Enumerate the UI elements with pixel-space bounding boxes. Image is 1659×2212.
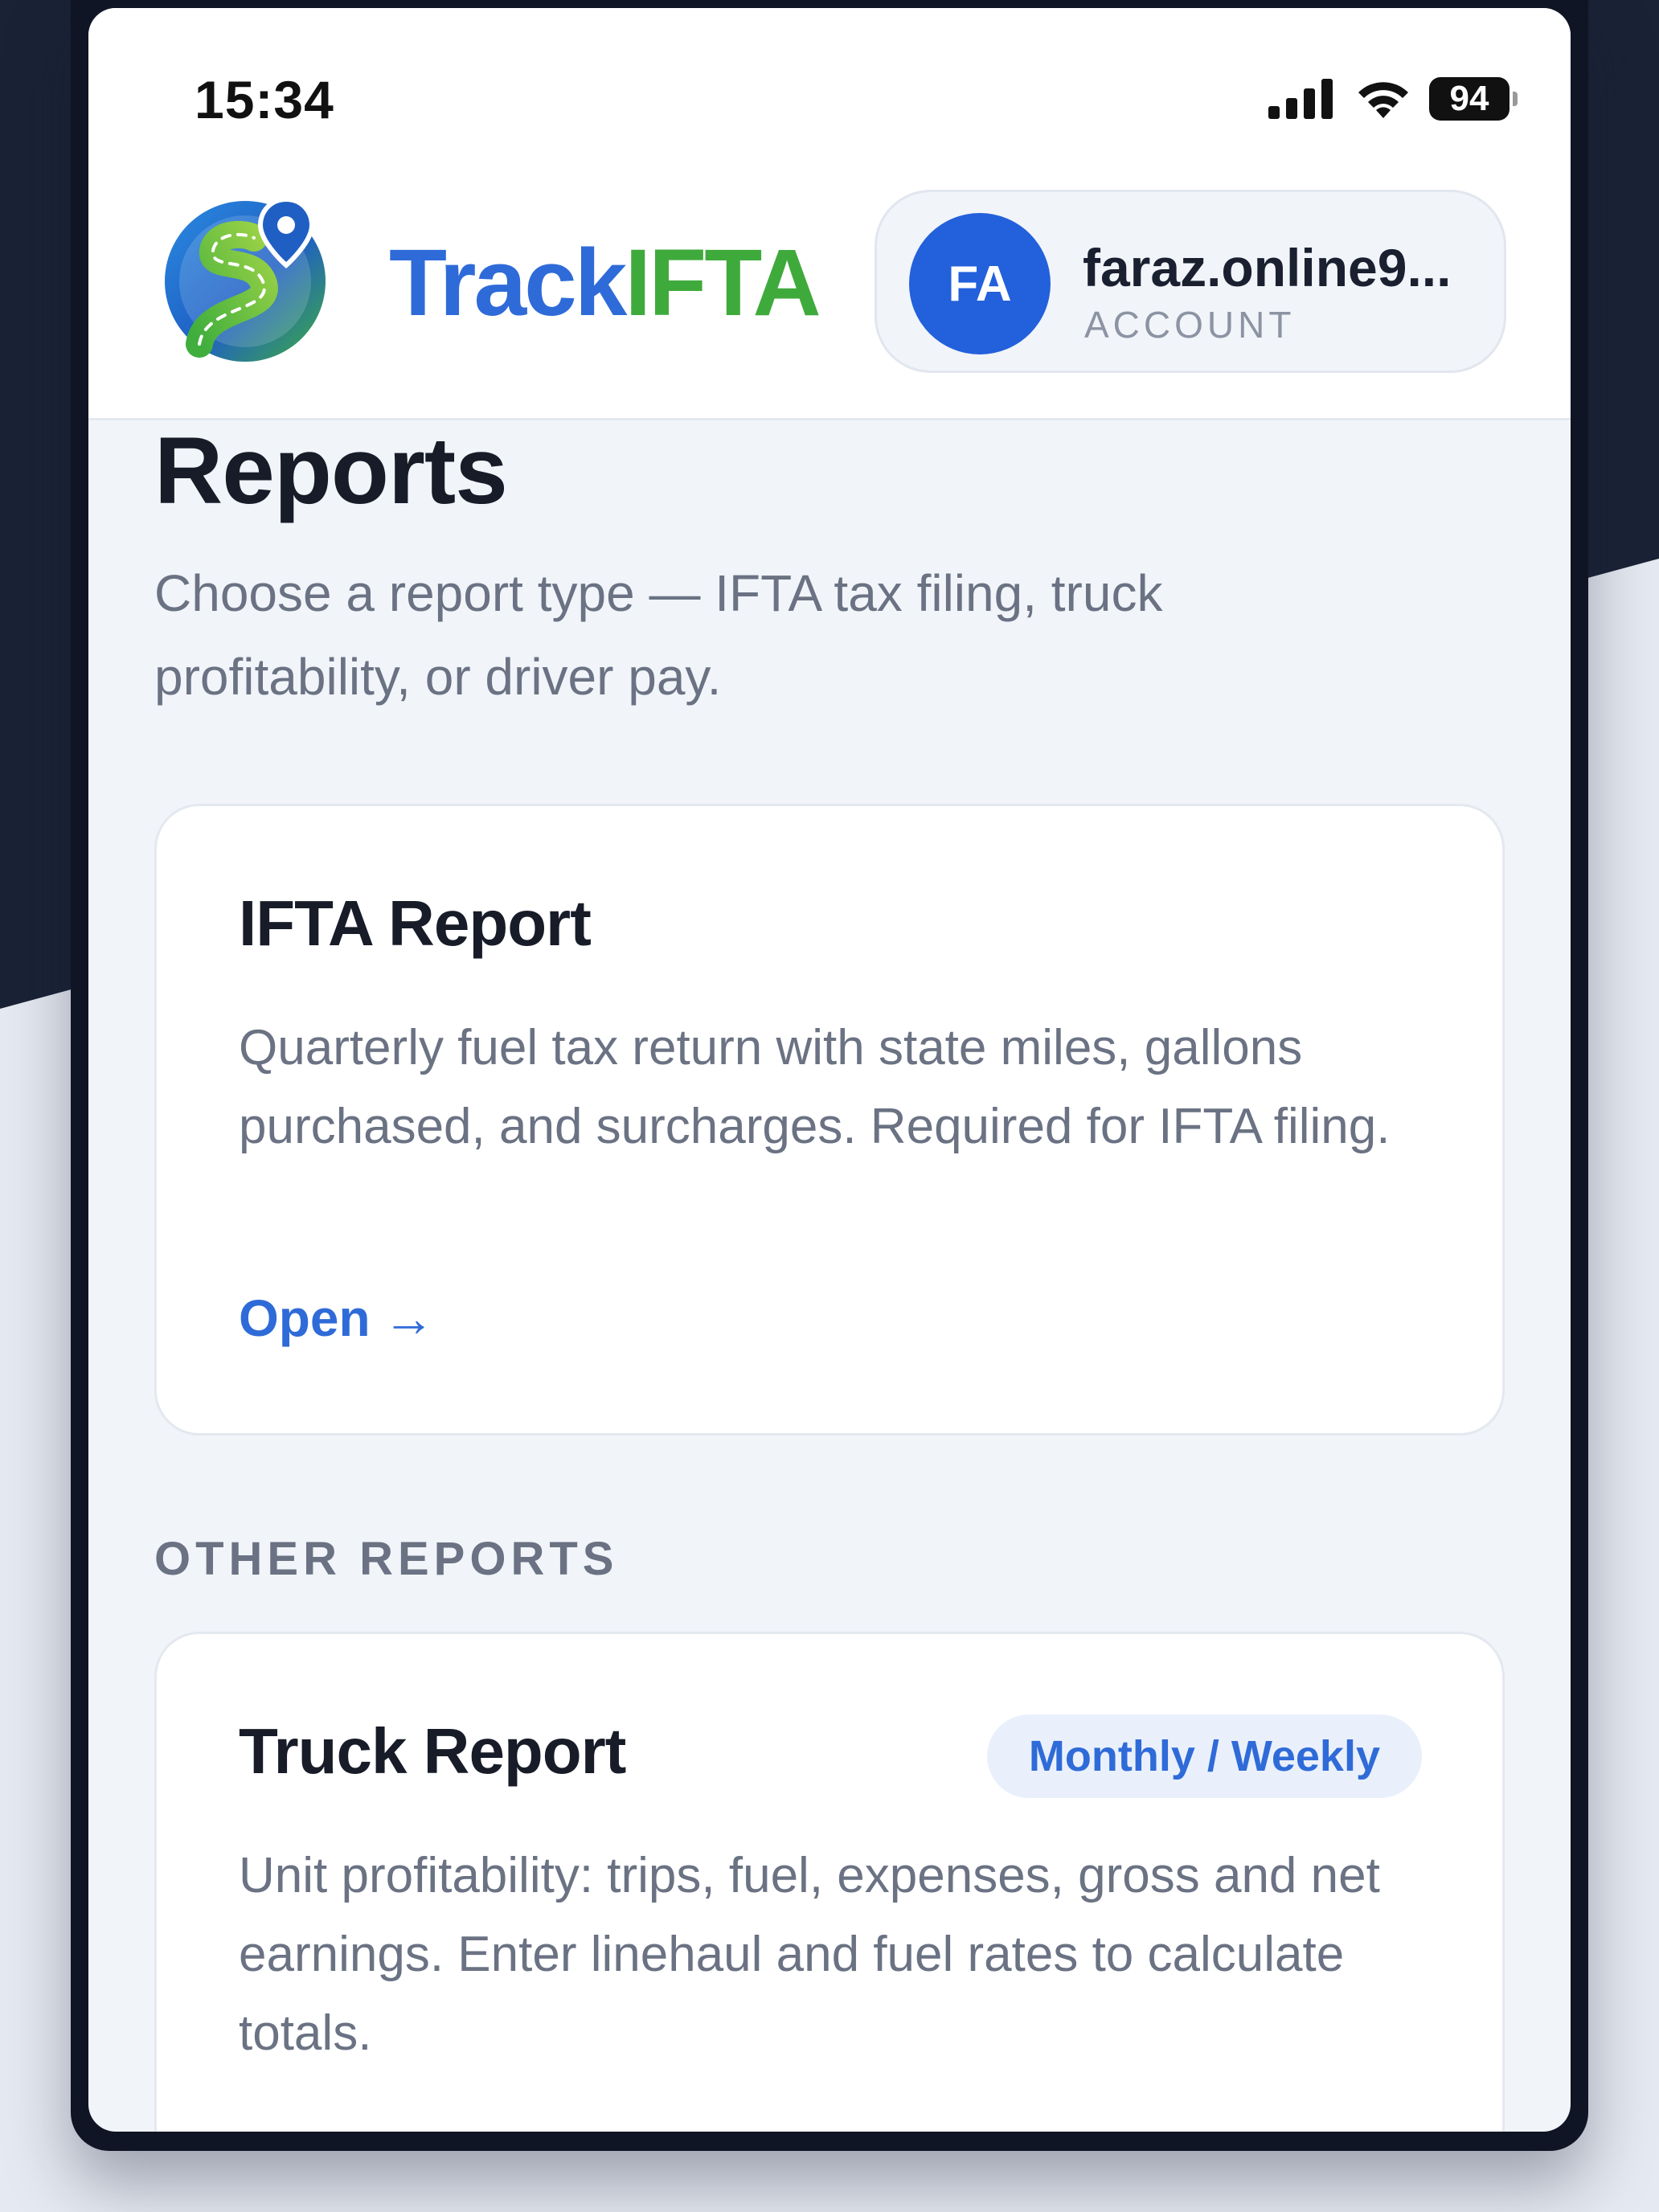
arrow-right-icon: →	[383, 1289, 435, 1347]
truck-open-link[interactable]: Open →	[239, 2124, 435, 2132]
ifta-report-description: Quarterly fuel tax return with state mil…	[239, 1020, 1391, 1154]
brand-ifta: IFTA	[625, 230, 821, 336]
account-email: faraz.online9...	[1083, 238, 1452, 297]
brand-name: TrackIFTA	[389, 228, 821, 338]
cellular-signal-icon	[1268, 79, 1333, 119]
page-title: Reports	[154, 418, 508, 524]
account-button[interactable]: FA faraz.online9... ACCOUNT	[875, 190, 1506, 373]
truck-open-label: Open	[239, 2125, 371, 2132]
road-map-pin-logo-icon	[165, 196, 326, 362]
truck-report-description: Unit profitability: trips, fuel, expense…	[239, 1848, 1380, 2061]
status-time: 15:34	[195, 70, 334, 129]
account-label: ACCOUNT	[1084, 304, 1296, 346]
frequency-badge: Monthly / Weekly	[986, 1714, 1422, 1798]
ifta-report-card[interactable]: IFTA Report Quarterly fuel tax return wi…	[154, 804, 1505, 1436]
wifi-icon	[1358, 82, 1408, 118]
page-subtitle: Choose a report type — IFTA tax filing, …	[154, 564, 1163, 706]
app-screen: 15:34 94 TrackIFTA FA faraz.online9... A…	[88, 8, 1571, 2132]
ifta-open-label: Open	[239, 1289, 371, 1347]
ifta-open-link[interactable]: Open →	[239, 1288, 435, 1348]
avatar: FA	[909, 213, 1051, 354]
arrow-right-icon: →	[383, 2125, 435, 2132]
ifta-report-title: IFTA Report	[239, 887, 592, 959]
app-header: 15:34 94 TrackIFTA FA faraz.online9... A…	[88, 8, 1571, 420]
brand-track: Track	[389, 230, 627, 336]
truck-report-title: Truck Report	[239, 1715, 626, 1787]
other-reports-heading: OTHER REPORTS	[154, 1533, 619, 1585]
truck-report-card[interactable]: Truck Report Monthly / Weekly Unit profi…	[154, 1632, 1505, 2132]
status-icons: 94	[1268, 77, 1518, 121]
battery-icon: 94	[1429, 77, 1518, 121]
